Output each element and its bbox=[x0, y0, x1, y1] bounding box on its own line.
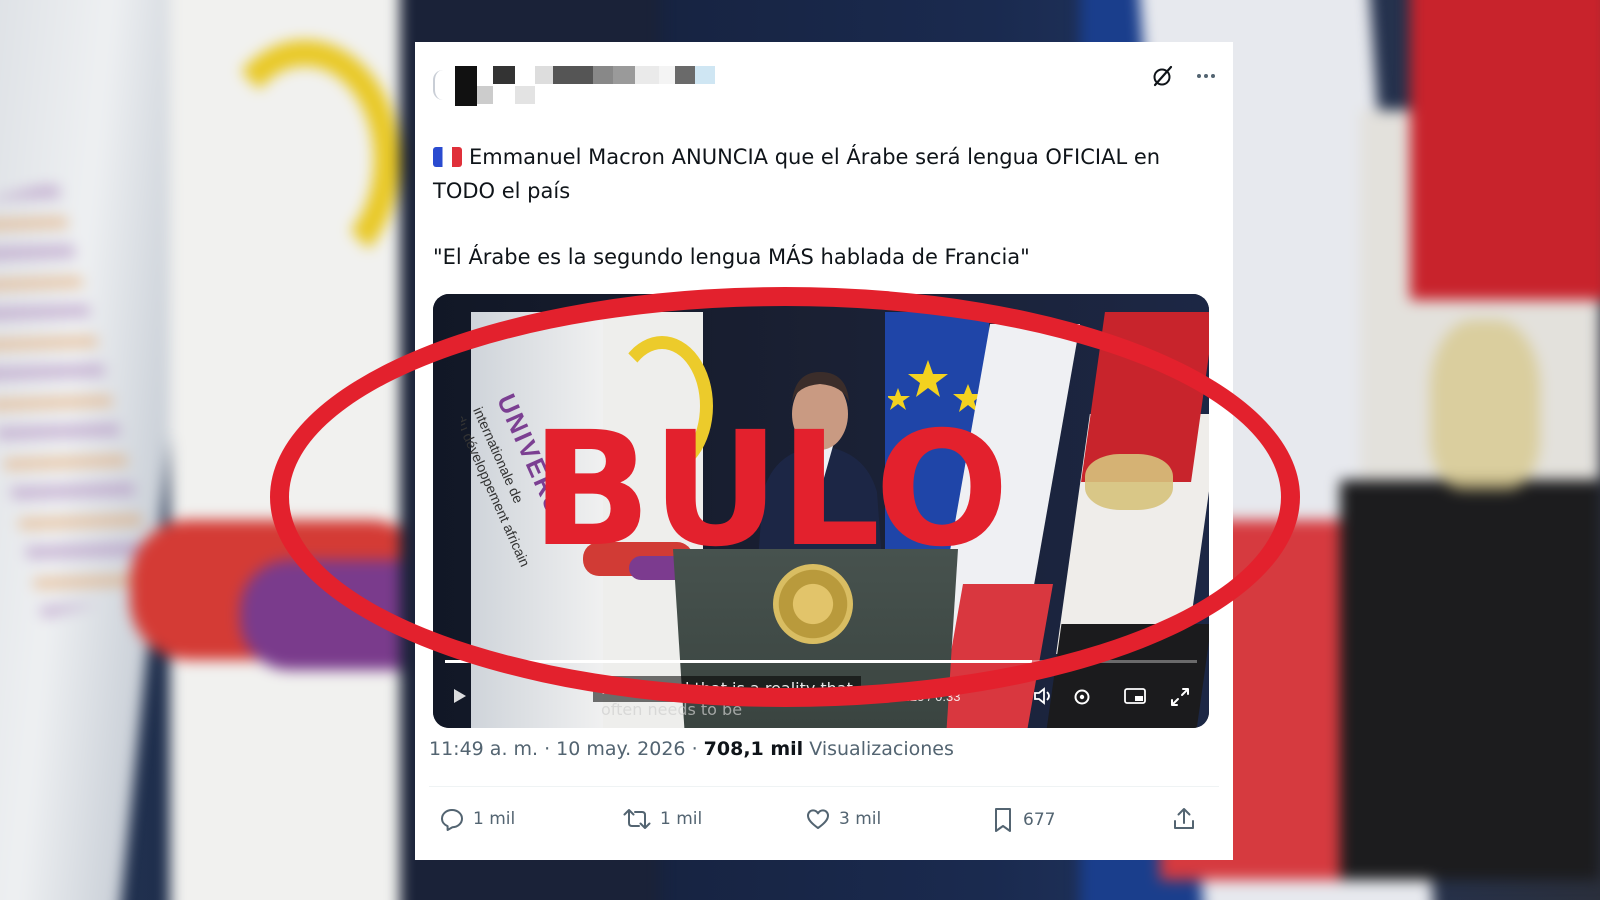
reply-icon bbox=[439, 806, 465, 832]
like-icon bbox=[805, 806, 831, 832]
tweet-text-quote: "El Árabe es la segundo lengua MÁS habla… bbox=[433, 245, 1030, 269]
like-button[interactable]: 3 mil bbox=[805, 806, 881, 832]
grok-icon[interactable] bbox=[1151, 64, 1175, 88]
france-flag-icon bbox=[433, 147, 462, 167]
play-icon[interactable] bbox=[449, 686, 469, 711]
more-icon[interactable] bbox=[1195, 65, 1217, 87]
bookmark-icon bbox=[991, 806, 1015, 834]
like-count: 3 mil bbox=[839, 809, 882, 829]
pip-icon[interactable] bbox=[1123, 686, 1147, 711]
settings-icon[interactable] bbox=[1071, 686, 1093, 713]
tweet-text: Emmanuel Macron ANUNCIA que el Árabe ser… bbox=[433, 140, 1213, 274]
volume-icon[interactable] bbox=[1033, 686, 1055, 711]
bookmark-button[interactable]: 677 bbox=[991, 806, 1055, 834]
fullscreen-icon[interactable] bbox=[1169, 686, 1191, 713]
bookmark-count: 677 bbox=[1023, 810, 1056, 830]
repost-icon bbox=[622, 806, 652, 832]
share-icon bbox=[1171, 806, 1197, 832]
views-count: 708,1 mil bbox=[703, 738, 804, 760]
tweet-meta: 11:49 a. m. · 10 may. 2026 · 708,1 mil V… bbox=[429, 738, 954, 760]
share-button[interactable] bbox=[1171, 806, 1197, 832]
fact-check-stamp-label: BULO bbox=[531, 398, 1010, 582]
censored-username bbox=[455, 66, 735, 106]
reply-button[interactable]: 1 mil bbox=[439, 806, 515, 832]
tweet-timestamp[interactable]: 11:49 a. m. · 10 may. 2026 bbox=[429, 738, 686, 760]
reply-count: 1 mil bbox=[473, 809, 516, 829]
tweet-text-line1: Emmanuel Macron ANUNCIA que el Árabe ser… bbox=[433, 145, 1161, 203]
divider bbox=[429, 786, 1219, 787]
views-label: Visualizaciones bbox=[809, 738, 954, 760]
action-bar: 1 mil 1 mil 3 mil 677 bbox=[429, 800, 1219, 844]
repost-button[interactable]: 1 mil bbox=[622, 806, 702, 832]
meta-separator: · bbox=[685, 738, 704, 760]
repost-count: 1 mil bbox=[660, 809, 703, 829]
tweet-header bbox=[433, 62, 1217, 106]
avatar[interactable] bbox=[433, 70, 443, 100]
